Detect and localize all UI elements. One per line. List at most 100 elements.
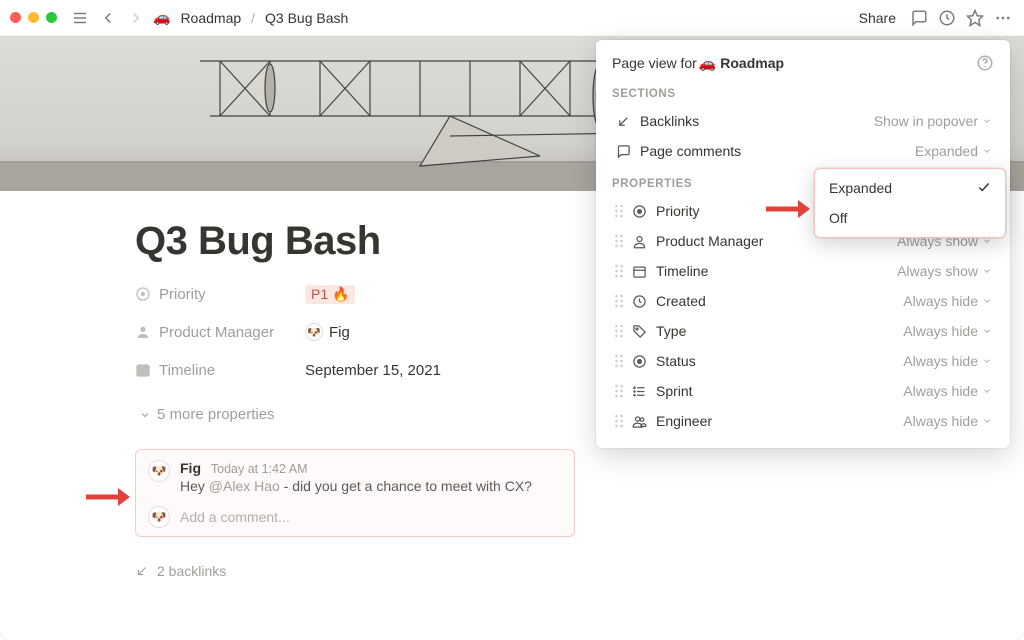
backlinks-button[interactable]: 2 backlinks	[135, 563, 760, 579]
share-button[interactable]: Share	[853, 8, 902, 28]
panel-row-value[interactable]: Expanded	[915, 143, 992, 159]
backlink-icon	[135, 564, 149, 578]
drag-handle-icon[interactable]	[614, 324, 626, 338]
panel-property-row[interactable]: Status Always hide	[598, 346, 1008, 376]
avatar: 🐶	[148, 460, 170, 482]
panel-row-label: Status	[656, 353, 903, 369]
breadcrumb-icon: 🚗	[153, 9, 170, 26]
panel-row-label: Engineer	[656, 413, 903, 429]
mention[interactable]: @Alex Hao	[209, 478, 280, 494]
panel-row-value[interactable]: Always hide	[903, 413, 992, 429]
breadcrumb-separator: /	[251, 10, 255, 26]
add-comment-input[interactable]: 🐶 Add a comment...	[148, 506, 562, 528]
chevron-down-icon	[139, 409, 151, 421]
more-menu-icon[interactable]	[992, 7, 1014, 29]
target-icon	[135, 286, 151, 302]
nav-back-icon[interactable]	[97, 7, 119, 29]
panel-row-value[interactable]: Always show	[897, 263, 992, 279]
panel-group-sections: SECTIONS	[596, 84, 1010, 106]
dropdown-option[interactable]: Expanded	[819, 173, 1001, 203]
show-more-properties-button[interactable]: 5 more properties	[135, 404, 279, 425]
drag-handle-icon[interactable]	[614, 384, 626, 398]
panel-row-label: Created	[656, 293, 903, 309]
favorite-icon[interactable]	[964, 7, 986, 29]
comment-text: Hey @Alex Hao - did you get a chance to …	[180, 478, 532, 494]
panel-title-name: Roadmap	[720, 55, 784, 71]
target-icon	[630, 204, 648, 219]
comment-author: Fig	[180, 460, 201, 476]
breadcrumb: 🚗 Roadmap / Q3 Bug Bash	[153, 8, 352, 28]
breadcrumb-current[interactable]: Q3 Bug Bash	[261, 8, 352, 28]
comments-visibility-dropdown: Expanded Off	[814, 168, 1006, 238]
drag-handle-icon[interactable]	[614, 294, 626, 308]
drag-handle-icon[interactable]	[614, 234, 626, 248]
dropdown-option-label: Expanded	[829, 180, 892, 196]
panel-row-value[interactable]: Always hide	[903, 353, 992, 369]
add-comment-placeholder: Add a comment...	[180, 509, 290, 525]
annotation-arrow-icon	[84, 484, 130, 513]
drag-handle-icon[interactable]	[614, 414, 626, 428]
backlinks-label: 2 backlinks	[157, 563, 226, 579]
panel-row-label: Timeline	[656, 263, 897, 279]
breadcrumb-parent[interactable]: Roadmap	[176, 8, 245, 28]
tag-icon	[630, 324, 648, 339]
calendar-icon	[135, 362, 151, 378]
check-icon	[977, 180, 991, 197]
drag-handle-icon[interactable]	[614, 354, 626, 368]
drag-handle-icon[interactable]	[614, 204, 626, 218]
priority-tag[interactable]: P1 🔥	[305, 285, 355, 304]
page-comments: 🐶 Fig Today at 1:42 AM Hey @Alex Hao - d…	[135, 449, 575, 537]
panel-row-value[interactable]: Always hide	[903, 323, 992, 339]
list-icon	[630, 384, 648, 399]
toolbar: 🚗 Roadmap / Q3 Bug Bash Share	[0, 0, 1024, 36]
panel-section-row[interactable]: Page comments Expanded	[598, 136, 1008, 166]
page-view-panel: Page view for 🚗 Roadmap SECTIONS Backlin…	[596, 40, 1010, 448]
panel-row-label: Backlinks	[640, 113, 874, 129]
panel-row-value[interactable]: Always hide	[903, 383, 992, 399]
panel-row-value[interactable]: Show in popover	[874, 113, 992, 129]
panel-section-row[interactable]: Backlinks Show in popover	[598, 106, 1008, 136]
updates-icon[interactable]	[936, 7, 958, 29]
backlink-icon	[614, 114, 632, 129]
panel-title-icon: 🚗	[699, 55, 716, 72]
more-properties-label: 5 more properties	[157, 406, 275, 423]
property-label: Product Manager	[159, 324, 274, 341]
comment-text-part: - did you get a chance to meet with CX?	[280, 478, 532, 494]
avatar: 🐶	[305, 323, 323, 341]
window-controls	[10, 12, 57, 23]
panel-row-label: Page comments	[640, 143, 915, 159]
people-icon	[630, 414, 648, 429]
panel-property-row[interactable]: Type Always hide	[598, 316, 1008, 346]
sidebar-toggle-icon[interactable]	[69, 7, 91, 29]
close-window-icon[interactable]	[10, 12, 21, 23]
property-value: September 15, 2021	[305, 362, 441, 379]
drag-handle-icon[interactable]	[614, 264, 626, 278]
maximize-window-icon[interactable]	[46, 12, 57, 23]
panel-property-row[interactable]: Sprint Always hide	[598, 376, 1008, 406]
panel-row-label: Type	[656, 323, 903, 339]
panel-property-row[interactable]: Timeline Always show	[598, 256, 1008, 286]
nav-forward-icon[interactable]	[125, 7, 147, 29]
comment[interactable]: 🐶 Fig Today at 1:42 AM Hey @Alex Hao - d…	[148, 460, 562, 494]
panel-title: Page view for 🚗 Roadmap	[596, 54, 1010, 84]
avatar: 🐶	[148, 506, 170, 528]
comment-time: Today at 1:42 AM	[211, 462, 308, 476]
panel-title-prefix: Page view for	[612, 55, 697, 71]
person-icon	[135, 324, 151, 340]
dropdown-option-label: Off	[829, 210, 847, 226]
panel-property-row[interactable]: Created Always hide	[598, 286, 1008, 316]
dropdown-option[interactable]: Off	[819, 203, 1001, 233]
panel-row-label: Sprint	[656, 383, 903, 399]
clock-icon	[630, 294, 648, 309]
property-label: Priority	[159, 286, 206, 303]
panel-property-row[interactable]: Engineer Always hide	[598, 406, 1008, 436]
property-label: Timeline	[159, 362, 215, 379]
property-value: Fig	[329, 324, 350, 341]
annotation-arrow-icon	[764, 196, 810, 225]
panel-row-value[interactable]: Always hide	[903, 293, 992, 309]
comment-text-part: Hey	[180, 478, 209, 494]
status-icon	[630, 354, 648, 369]
minimize-window-icon[interactable]	[28, 12, 39, 23]
help-icon[interactable]	[976, 54, 994, 72]
comments-icon[interactable]	[908, 7, 930, 29]
